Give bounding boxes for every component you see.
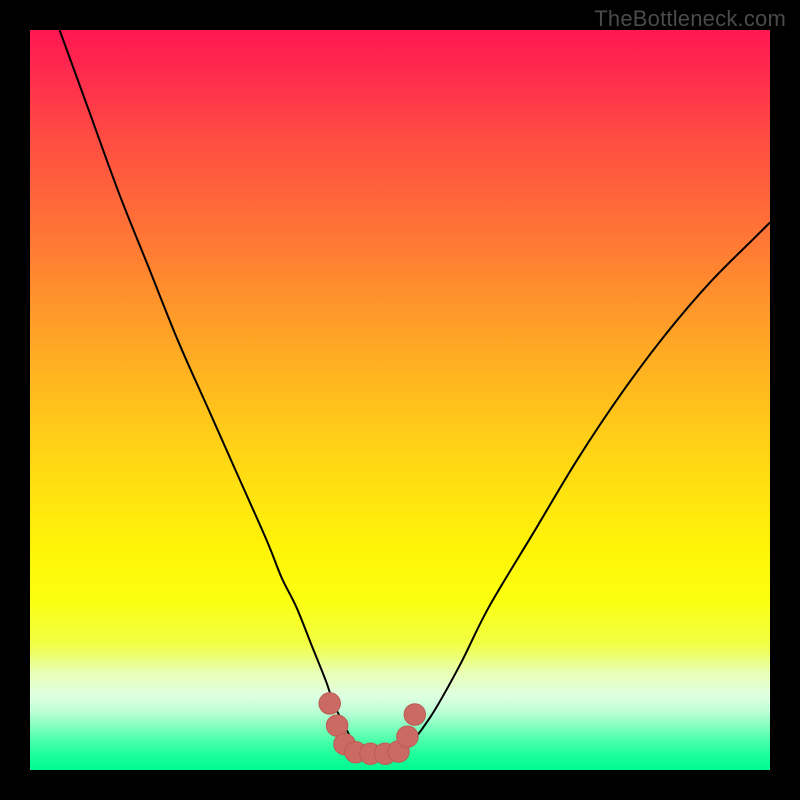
plot-area — [30, 30, 770, 770]
valley-marker — [397, 726, 418, 747]
valley-marker — [319, 693, 340, 714]
valley-marker — [404, 704, 425, 725]
chart-frame: TheBottleneck.com — [0, 0, 800, 800]
curve-layer — [30, 30, 770, 770]
bottleneck-curve — [60, 30, 770, 758]
bottom-markers — [319, 693, 426, 765]
watermark-text: TheBottleneck.com — [594, 6, 786, 32]
